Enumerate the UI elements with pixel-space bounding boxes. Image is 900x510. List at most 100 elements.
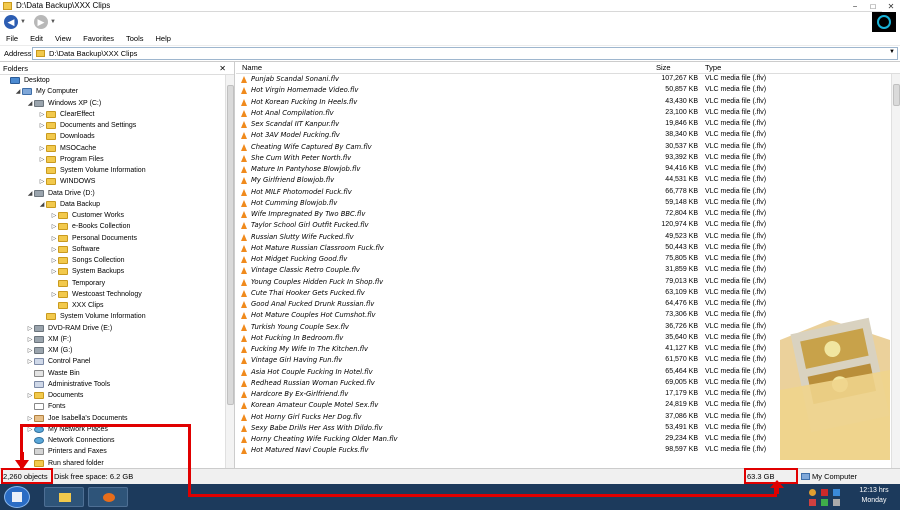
file-row[interactable]: Cheating Wife Captured By Cam.flv 30,537 … bbox=[236, 142, 900, 153]
tree-item[interactable]: ▷ XM (F:) bbox=[0, 334, 234, 345]
messenger-icon[interactable] bbox=[809, 489, 816, 496]
file-row[interactable]: Hot Korean Fucking In Heels.flv 43,430 KB… bbox=[236, 97, 900, 108]
tree-item[interactable]: ▷ Personal Documents bbox=[0, 233, 234, 244]
expand-arrow-icon[interactable]: ▷ bbox=[26, 325, 34, 332]
tree-item[interactable]: Printers and Faxes bbox=[0, 446, 234, 457]
expand-arrow-icon[interactable]: ▷ bbox=[26, 415, 34, 422]
expand-arrow-icon[interactable]: ▷ bbox=[50, 235, 58, 242]
expand-arrow-icon[interactable]: ▷ bbox=[50, 291, 58, 298]
tree-item[interactable]: ▷ MSOCache bbox=[0, 143, 234, 154]
close-icon[interactable]: ✕ bbox=[219, 64, 226, 73]
network-icon[interactable] bbox=[833, 489, 840, 496]
file-row[interactable]: Hot Mature Russian Classroom Fuck.flv 50,… bbox=[236, 243, 900, 254]
tree-item[interactable]: Desktop bbox=[0, 75, 234, 86]
menu-view[interactable]: View bbox=[55, 34, 71, 43]
tree-item[interactable]: XXX Clips bbox=[0, 300, 234, 311]
file-row[interactable]: Hot Midget Fucking Good.flv 75,805 KB VLC … bbox=[236, 254, 900, 265]
file-row[interactable]: Hot Virgin Homemade Video.flv 50,857 KB VL… bbox=[236, 85, 900, 96]
expand-arrow-icon[interactable]: ▷ bbox=[50, 212, 58, 219]
file-row[interactable]: My Girlfriend Blowjob.flv 44,531 KB VLC me… bbox=[236, 175, 900, 186]
chevron-down-icon[interactable]: ▼ bbox=[20, 19, 26, 25]
expand-arrow-icon[interactable]: ▷ bbox=[26, 392, 34, 399]
chevron-down-icon[interactable]: ▼ bbox=[889, 49, 895, 55]
expand-arrow-icon[interactable]: ▷ bbox=[38, 156, 46, 163]
expand-arrow-icon[interactable]: ▷ bbox=[50, 246, 58, 253]
collapse-arrow-icon[interactable]: ◢ bbox=[38, 201, 46, 208]
menu-edit[interactable]: Edit bbox=[30, 34, 43, 43]
tree-item[interactable]: ▷ Joe Isabella's Documents bbox=[0, 413, 234, 424]
chevron-down-icon[interactable]: ▼ bbox=[50, 19, 56, 25]
tree-item[interactable]: Administrative Tools bbox=[0, 379, 234, 390]
expand-arrow-icon[interactable]: ▷ bbox=[38, 178, 46, 185]
scrollbar-thumb[interactable] bbox=[227, 85, 234, 405]
expand-arrow-icon[interactable]: ▷ bbox=[26, 358, 34, 365]
file-row[interactable]: Mature In Pantyhose Blowjob.flv 94,416 KB… bbox=[236, 164, 900, 175]
file-row[interactable]: Hot 3AV Model Fucking.flv 38,340 KB VLC me… bbox=[236, 130, 900, 141]
antivirus-icon[interactable] bbox=[821, 489, 828, 496]
tree-item[interactable]: ◢ My Computer bbox=[0, 86, 234, 97]
tree-item[interactable]: ▷ Control Panel bbox=[0, 356, 234, 367]
file-row[interactable]: She Cum With Peter North.flv 93,392 KB VLC… bbox=[236, 153, 900, 164]
maximize-button[interactable]: □ bbox=[864, 0, 882, 12]
tree-item[interactable]: Fonts bbox=[0, 401, 234, 412]
expand-arrow-icon[interactable]: ▷ bbox=[50, 268, 58, 275]
file-row[interactable]: Wife Impregnated By Two BBC.flv 72,804 KB… bbox=[236, 209, 900, 220]
clock[interactable]: 12:13 hrs Monday bbox=[850, 486, 898, 506]
tree-item[interactable]: ◢ Windows XP (C:) bbox=[0, 98, 234, 109]
menu-help[interactable]: Help bbox=[156, 34, 171, 43]
collapse-arrow-icon[interactable]: ◢ bbox=[26, 190, 34, 197]
menu-tools[interactable]: Tools bbox=[126, 34, 144, 43]
tree-item[interactable]: ▷ e-Books Collection bbox=[0, 221, 234, 232]
tree-item[interactable]: ▷ Songs Collection bbox=[0, 255, 234, 266]
tree-item[interactable]: System Volume Information bbox=[0, 311, 234, 322]
tree-item[interactable]: Network Connections bbox=[0, 435, 234, 446]
expand-arrow-icon[interactable]: ▷ bbox=[50, 223, 58, 230]
tree-item[interactable]: ▷ System Backups bbox=[0, 266, 234, 277]
volume-icon[interactable] bbox=[833, 499, 840, 506]
back-arrow-icon[interactable]: ◀ bbox=[4, 15, 18, 29]
battery-icon[interactable] bbox=[821, 499, 828, 506]
file-row[interactable]: Cute Thai Hooker Gets Fucked.flv 63,109 K… bbox=[236, 288, 900, 299]
tree-item[interactable]: Waste Bin bbox=[0, 368, 234, 379]
file-row[interactable]: Russian Slutty Wife Fucked.flv 49,523 KB V… bbox=[236, 232, 900, 243]
collapse-arrow-icon[interactable]: ◢ bbox=[26, 100, 34, 107]
forward-arrow-icon[interactable]: ▶ bbox=[33, 15, 48, 29]
minimize-button[interactable]: − bbox=[846, 0, 864, 12]
taskbar-firefox-button[interactable] bbox=[88, 487, 128, 507]
tree-item[interactable]: ▷ Software bbox=[0, 244, 234, 255]
tree-item[interactable]: Run shared folder bbox=[0, 458, 234, 469]
tree-item[interactable]: ▷ Customer Works bbox=[0, 210, 234, 221]
taskbar-explorer-button[interactable] bbox=[44, 487, 84, 507]
folders-scrollbar[interactable] bbox=[225, 75, 234, 468]
column-header-name[interactable]: Name bbox=[242, 63, 262, 72]
menu-favorites[interactable]: Favorites bbox=[83, 34, 114, 43]
expand-arrow-icon[interactable]: ▷ bbox=[26, 336, 34, 343]
close-button[interactable]: ✕ bbox=[882, 0, 900, 12]
expand-arrow-icon[interactable]: ▷ bbox=[38, 145, 46, 152]
file-row[interactable]: Young Couples Hidden Fuck In Shop.flv 79,… bbox=[236, 277, 900, 288]
tree-item[interactable]: ▷ XM (G:) bbox=[0, 345, 234, 356]
tree-item[interactable]: ▷ Westcoast Technology bbox=[0, 289, 234, 300]
tree-item[interactable]: ◢ Data Drive (D:) bbox=[0, 188, 234, 199]
tree-item[interactable]: ◢ Data Backup bbox=[0, 199, 234, 210]
expand-arrow-icon[interactable]: ▷ bbox=[26, 347, 34, 354]
expand-arrow-icon[interactable]: ▷ bbox=[50, 257, 58, 264]
alert-icon[interactable] bbox=[809, 499, 816, 506]
file-row[interactable]: Taylor School Girl Outfit Fucked.flv 120,… bbox=[236, 220, 900, 231]
collapse-arrow-icon[interactable]: ◢ bbox=[14, 88, 22, 95]
tree-item[interactable]: ▷ WINDOWS bbox=[0, 176, 234, 187]
scrollbar-thumb[interactable] bbox=[893, 84, 900, 106]
tree-item[interactable]: ▷ ClearEffect bbox=[0, 109, 234, 120]
tree-item[interactable]: System Volume Information bbox=[0, 165, 234, 176]
tree-item[interactable]: Temporary bbox=[0, 278, 234, 289]
tree-item[interactable]: Downloads bbox=[0, 131, 234, 142]
tree-item[interactable]: ▷ Documents and Settings bbox=[0, 120, 234, 131]
column-header-type[interactable]: Type bbox=[705, 63, 721, 72]
file-row[interactable]: Sex Scandal IIT Kanpur.flv 19,846 KB VLC m… bbox=[236, 119, 900, 130]
file-row[interactable]: Hot Cumming Blowjob.flv 59,148 KB VLC medi… bbox=[236, 198, 900, 209]
tree-item[interactable]: ▷ DVD-RAM Drive (E:) bbox=[0, 323, 234, 334]
expand-arrow-icon[interactable]: ▷ bbox=[38, 111, 46, 118]
file-row[interactable]: Punjab Scandal Sonani.flv 107,267 KB VLC m… bbox=[236, 74, 900, 85]
menu-file[interactable]: File bbox=[6, 34, 18, 43]
tree-item[interactable]: ▷ Documents bbox=[0, 390, 234, 401]
